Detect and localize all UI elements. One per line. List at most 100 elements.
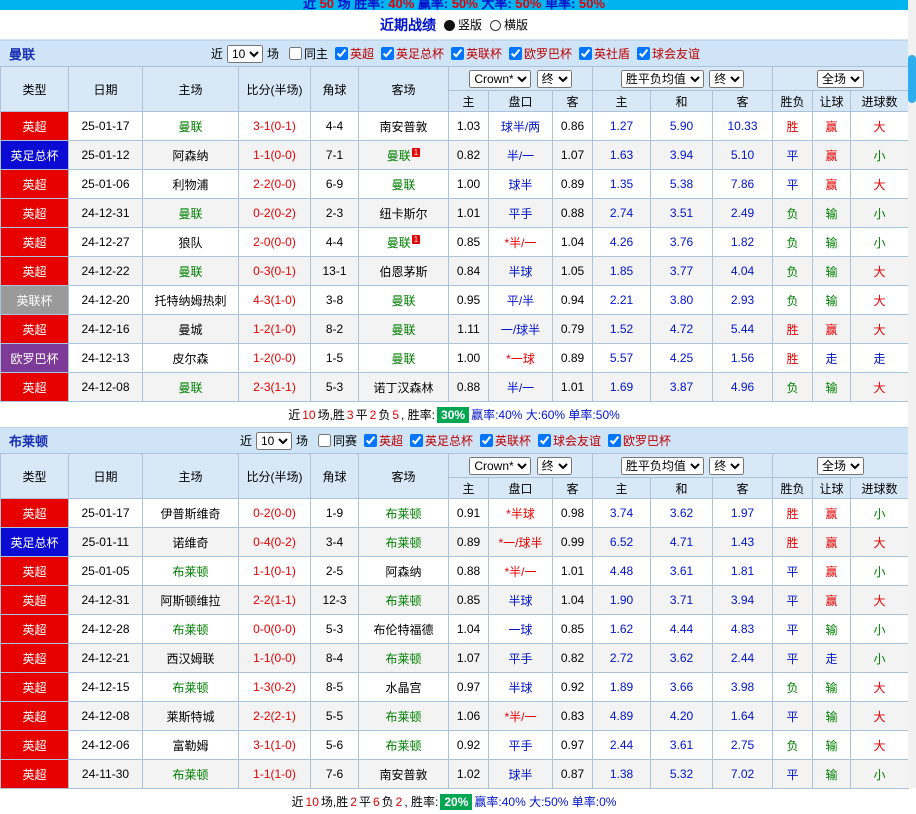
- away-team-link[interactable]: 曼联: [391, 323, 415, 337]
- home-team-link[interactable]: 布莱顿: [172, 681, 208, 695]
- away-team-cell[interactable]: 曼联 1: [358, 227, 449, 257]
- home-team-cell[interactable]: 曼联: [142, 198, 239, 228]
- away-team-cell[interactable]: 布莱顿: [358, 585, 449, 615]
- match-score[interactable]: 0-2(0-2): [238, 198, 311, 228]
- match-score[interactable]: 4-3(1-0): [238, 285, 311, 315]
- away-team-cell[interactable]: 布莱顿: [358, 701, 449, 731]
- league-filter[interactable]: 欧罗巴杯: [509, 45, 572, 62]
- home-team-link[interactable]: 皮尔森: [172, 352, 208, 366]
- odds-company-select[interactable]: Crown*: [469, 456, 532, 475]
- home-team-link[interactable]: 伊普斯维奇: [160, 507, 220, 521]
- match-score[interactable]: 3-1(1-0): [238, 730, 311, 760]
- match-score[interactable]: 3-1(0-1): [238, 111, 311, 141]
- same-checkbox[interactable]: [317, 434, 331, 447]
- away-team-link[interactable]: 阿森纳: [385, 565, 421, 579]
- match-score[interactable]: 1-2(0-0): [238, 343, 311, 373]
- match-score[interactable]: 1-1(0-0): [238, 643, 311, 673]
- league-checkbox[interactable]: [410, 434, 423, 447]
- league-filter[interactable]: 英社盾: [579, 45, 630, 62]
- home-team-cell[interactable]: 布莱顿: [142, 614, 239, 644]
- home-team-cell[interactable]: 布莱顿: [142, 556, 239, 586]
- home-team-link[interactable]: 利物浦: [172, 178, 208, 192]
- match-score[interactable]: 1-1(0-0): [238, 140, 311, 170]
- home-team-link[interactable]: 布莱顿: [172, 565, 208, 579]
- away-team-link[interactable]: 伯恩茅斯: [379, 265, 427, 279]
- home-team-link[interactable]: 西汉姆联: [166, 652, 214, 666]
- home-team-link[interactable]: 布莱顿: [172, 623, 208, 637]
- league-filter[interactable]: 球会友谊: [637, 45, 700, 62]
- away-team-link[interactable]: 布莱顿: [385, 594, 421, 608]
- home-team-link[interactable]: 诺维奇: [172, 536, 208, 550]
- home-team-link[interactable]: 曼联: [178, 207, 202, 221]
- away-team-cell[interactable]: 曼联: [358, 169, 449, 199]
- away-team-link[interactable]: 曼联: [391, 178, 415, 192]
- home-team-cell[interactable]: 皮尔森: [142, 343, 239, 373]
- league-checkbox[interactable]: [538, 434, 552, 447]
- home-team-cell[interactable]: 曼联: [142, 111, 239, 141]
- home-team-cell[interactable]: 阿斯顿维拉: [142, 585, 239, 615]
- away-team-cell[interactable]: 布莱顿: [358, 643, 449, 673]
- odds-time-select[interactable]: 终: [536, 69, 572, 88]
- layout-radio-vertical[interactable]: [443, 20, 455, 32]
- home-team-link[interactable]: 托特纳姆热刺: [154, 294, 226, 308]
- league-checkbox[interactable]: [509, 47, 523, 60]
- away-team-cell[interactable]: 布莱顿: [358, 527, 449, 557]
- away-team-link[interactable]: 布莱顿: [385, 536, 421, 550]
- league-checkbox[interactable]: [608, 434, 622, 447]
- away-team-link[interactable]: 曼联: [391, 352, 415, 366]
- away-team-link[interactable]: 水晶宫: [385, 681, 421, 695]
- home-team-link[interactable]: 曼联: [178, 265, 202, 279]
- scrollbar[interactable]: [908, 0, 916, 788]
- home-team-link[interactable]: 狼队: [178, 236, 202, 250]
- home-team-link[interactable]: 布莱顿: [172, 768, 208, 782]
- league-filter[interactable]: 英足总杯: [380, 45, 444, 62]
- away-team-cell[interactable]: 曼联: [358, 314, 449, 344]
- league-filter[interactable]: 球会友谊: [538, 432, 601, 449]
- wdl-time-select[interactable]: 终: [709, 456, 745, 475]
- away-team-link[interactable]: 布莱顿: [385, 739, 421, 753]
- away-team-link[interactable]: 纽卡斯尔: [379, 207, 427, 221]
- match-score[interactable]: 0-4(0-2): [238, 527, 311, 557]
- home-team-cell[interactable]: 诺维奇: [142, 527, 239, 557]
- league-filter[interactable]: 英超: [334, 45, 374, 62]
- home-team-link[interactable]: 莱斯特城: [166, 710, 214, 724]
- away-team-cell[interactable]: 布莱顿: [358, 498, 449, 528]
- league-checkbox[interactable]: [579, 47, 593, 60]
- home-team-cell[interactable]: 曼联: [142, 256, 239, 286]
- home-team-link[interactable]: 阿斯顿维拉: [160, 594, 220, 608]
- league-filter[interactable]: 英联杯: [451, 45, 502, 62]
- away-team-link[interactable]: 布莱顿: [385, 507, 421, 521]
- wdl-select[interactable]: 胜平负均值: [620, 69, 704, 88]
- home-team-link[interactable]: 阿森纳: [172, 149, 208, 163]
- away-team-link[interactable]: 诺丁汉森林: [373, 381, 433, 395]
- away-team-cell[interactable]: 曼联: [358, 285, 449, 315]
- home-team-link[interactable]: 曼联: [178, 381, 202, 395]
- same-filter[interactable]: 同赛: [317, 432, 357, 449]
- league-checkbox[interactable]: [363, 434, 377, 447]
- away-team-cell[interactable]: 阿森纳: [358, 556, 449, 586]
- league-filter[interactable]: 英超: [363, 432, 403, 449]
- layout-radio-horizontal[interactable]: [490, 20, 501, 32]
- match-score[interactable]: 0-3(0-1): [238, 256, 311, 286]
- away-team-link[interactable]: 南安普敦: [379, 768, 427, 782]
- match-score[interactable]: 1-1(0-1): [238, 556, 311, 586]
- match-count-select[interactable]: 10: [255, 431, 292, 450]
- away-team-link[interactable]: 南安普敦: [379, 120, 427, 134]
- match-score[interactable]: 2-3(1-1): [238, 372, 311, 402]
- odds-time-select[interactable]: 终: [536, 456, 572, 475]
- away-team-cell[interactable]: 曼联 1: [358, 140, 449, 170]
- home-team-cell[interactable]: 曼城: [142, 314, 239, 344]
- away-team-cell[interactable]: 诺丁汉森林: [358, 372, 449, 402]
- away-team-link[interactable]: 曼联: [391, 294, 415, 308]
- away-team-cell[interactable]: 曼联: [358, 343, 449, 373]
- match-count-select[interactable]: 10: [226, 44, 263, 63]
- match-score[interactable]: 2-0(0-0): [238, 227, 311, 257]
- away-team-cell[interactable]: 水晶宫: [358, 672, 449, 702]
- away-team-cell[interactable]: 伯恩茅斯: [358, 256, 449, 286]
- away-team-link[interactable]: 曼联: [387, 149, 411, 163]
- match-score[interactable]: 2-2(2-1): [238, 701, 311, 731]
- league-checkbox[interactable]: [334, 47, 348, 60]
- home-team-link[interactable]: 曼城: [178, 323, 202, 337]
- league-filter[interactable]: 英联杯: [480, 432, 531, 449]
- away-team-link[interactable]: 布莱顿: [385, 710, 421, 724]
